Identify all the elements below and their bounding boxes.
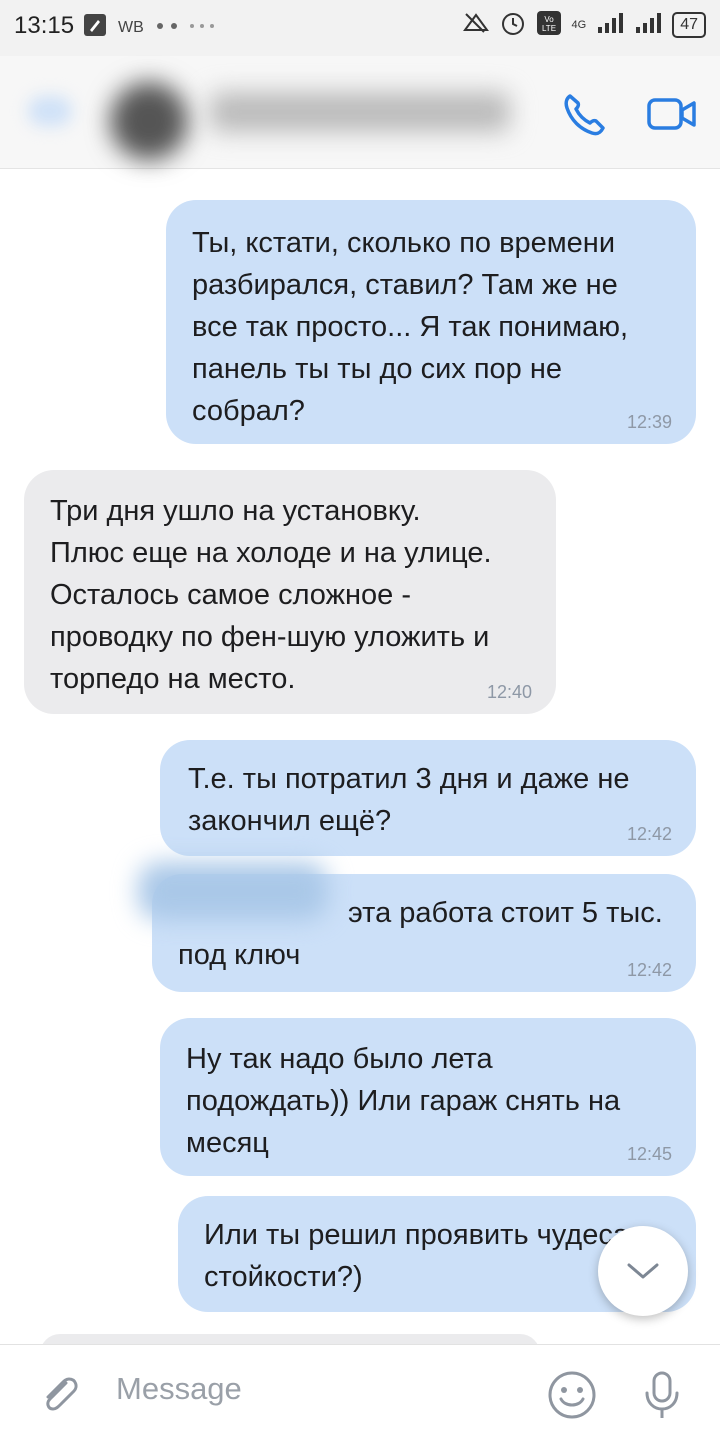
clock-icon bbox=[500, 10, 526, 39]
phone-icon[interactable] bbox=[554, 84, 614, 144]
message-composer: Message bbox=[0, 1344, 720, 1441]
message-bubble[interactable]: Ну так надо было лета подождать)) Или га… bbox=[160, 1018, 696, 1176]
alarm-icon bbox=[462, 10, 490, 39]
chevron-down-icon bbox=[627, 1263, 659, 1279]
dots-icon bbox=[154, 19, 214, 37]
back-icon[interactable] bbox=[28, 96, 72, 126]
svg-text:Vo: Vo bbox=[544, 15, 554, 24]
message-text: Ну так надо было лета подождать)) Или га… bbox=[186, 1043, 621, 1159]
volte-icon: Vo LTE bbox=[536, 10, 562, 39]
message-text: Ты, кстати, сколько по времени разбиралс… bbox=[192, 227, 629, 427]
svg-text:LTE: LTE bbox=[541, 24, 555, 33]
battery-icon: 47 bbox=[672, 11, 706, 38]
message-time: 12:45 bbox=[626, 1144, 672, 1164]
chat-header bbox=[0, 56, 720, 169]
scroll-down-button[interactable] bbox=[598, 1226, 688, 1316]
message-bubble[interactable]: Т.е. ты потратил 3 дня и даже не закончи… bbox=[160, 740, 696, 856]
message-time: 12:42 bbox=[626, 960, 672, 980]
attach-icon[interactable] bbox=[32, 1367, 88, 1423]
signal-icon bbox=[596, 11, 624, 38]
video-icon[interactable] bbox=[642, 84, 702, 144]
contact-name[interactable] bbox=[210, 92, 510, 132]
message-bubble[interactable]: Три дня ушло на установку. Плюс еще на х… bbox=[24, 470, 556, 714]
message-text: Три дня ушло на установку. Плюс еще на х… bbox=[50, 495, 492, 695]
signal-icon bbox=[634, 11, 662, 38]
mic-icon[interactable] bbox=[634, 1367, 690, 1423]
message-bubble[interactable]: Ты, кстати, сколько по времени разбиралс… bbox=[166, 200, 696, 444]
carrier-label: WB bbox=[118, 18, 144, 36]
message-text: Т.е. ты потратил 3 дня и даже не закончи… bbox=[188, 763, 630, 837]
emoji-icon[interactable] bbox=[544, 1367, 600, 1423]
network-label: 4G bbox=[571, 18, 587, 31]
message-time: 12:40 bbox=[486, 682, 532, 702]
status-bar: 13:15 WB Vo LTE 4G 47 bbox=[0, 0, 720, 56]
message-time: 12:39 bbox=[626, 412, 672, 432]
redacted-name bbox=[138, 862, 328, 920]
avatar[interactable] bbox=[110, 82, 188, 160]
status-time: 13:15 bbox=[14, 12, 75, 39]
message-time: 12:42 bbox=[626, 824, 672, 844]
message-input[interactable]: Message bbox=[116, 1371, 242, 1407]
pencil-icon bbox=[82, 12, 108, 43]
